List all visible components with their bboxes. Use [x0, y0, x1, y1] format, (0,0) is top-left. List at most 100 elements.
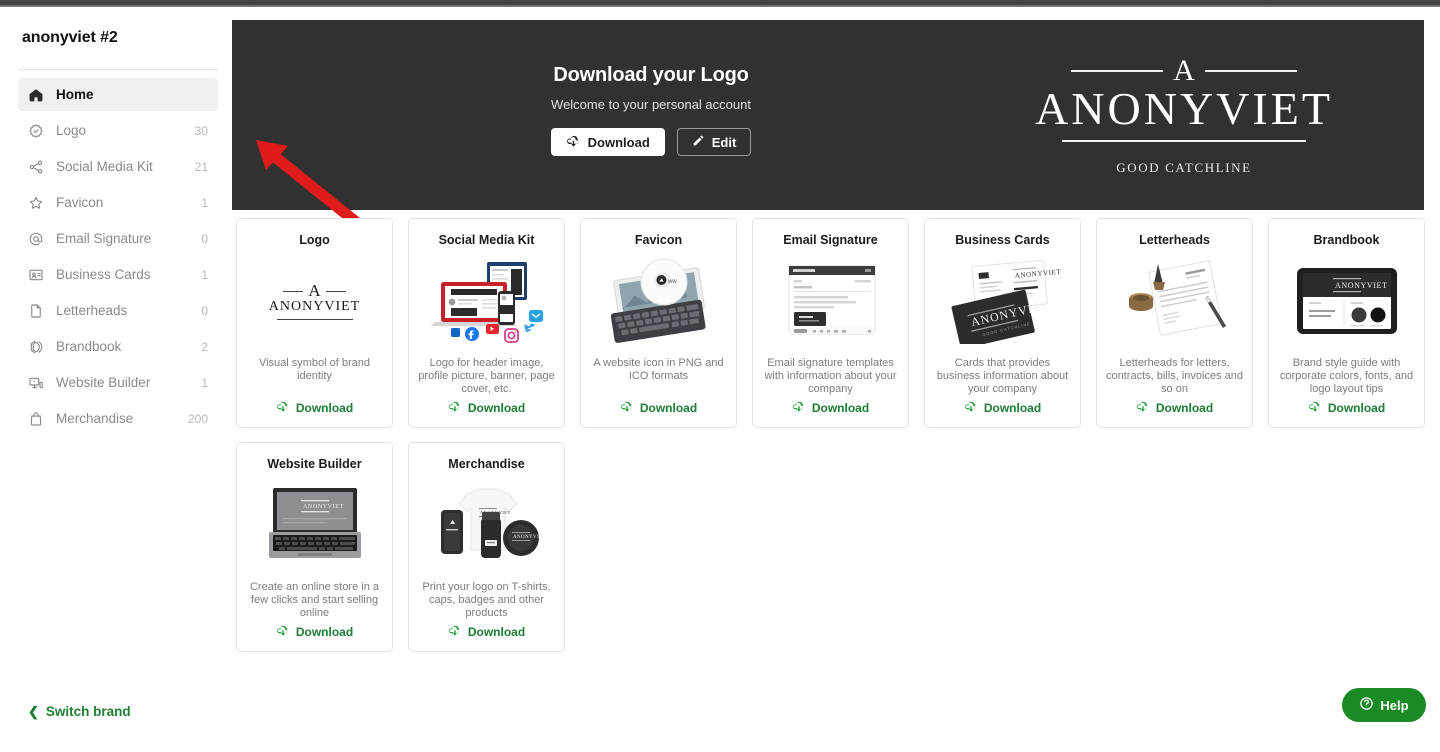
- question-circle-icon: [1359, 696, 1374, 714]
- sidebar-item-count: 0: [201, 303, 208, 318]
- business-cards-illustration: ANONYVIETANONYVIETGOOD CATCHLINE: [951, 259, 1061, 344]
- monitor-icon: [28, 374, 50, 392]
- card-download-label: Download: [467, 401, 526, 415]
- card-thumbnail: ww: [594, 257, 724, 345]
- pencil-icon: [692, 134, 705, 150]
- sidebar-divider: [18, 69, 218, 70]
- card-download-link[interactable]: Download: [448, 625, 525, 639]
- asset-card-business-cards[interactable]: Business Cards ANONYVIET ANONYVIET GOOD CAT…: [924, 218, 1081, 428]
- card-download-link[interactable]: Download: [792, 401, 869, 415]
- svg-text:ANONYVIET: ANONYVIET: [513, 535, 546, 540]
- card-thumbnail: A ANONYVIET: [250, 257, 380, 345]
- card-description: Create an online store in a few clicks a…: [249, 581, 380, 619]
- sidebar-item-count: 30: [194, 123, 208, 138]
- card-description: Logo for header image, profile picture, …: [418, 357, 555, 395]
- hero-brand-logo: A ANONYVIET GOOD CATCHLINE: [994, 56, 1374, 176]
- chevron-left-icon: ❮: [28, 704, 39, 719]
- logo-rule-bottom: [1062, 140, 1306, 142]
- switch-brand-button[interactable]: ❮ Switch brand: [28, 704, 131, 719]
- card-download-label: Download: [639, 401, 698, 415]
- cloud-download-icon: [448, 625, 462, 639]
- asset-card-grid: Logo A ANONYVIET Visual symbol of brand ide…: [236, 218, 1426, 652]
- social-devices-illustration: [430, 262, 543, 343]
- card-download-link[interactable]: Download: [448, 401, 525, 415]
- cloud-download-icon: [566, 135, 581, 150]
- card-download-label: Download: [1155, 401, 1214, 415]
- card-thumbnail: ANONYVIETANONYVIET: [422, 481, 552, 569]
- sidebar-item-letterheads[interactable]: Letterheads 0: [18, 294, 218, 327]
- hero-text-block: Download your Logo Welcome to your perso…: [436, 64, 866, 156]
- logo-rule-left: [1071, 70, 1164, 72]
- shopping-bag-icon: [28, 410, 50, 428]
- sidebar-item-home[interactable]: Home: [18, 78, 218, 111]
- card-description: Print your logo on T-shirts, caps, badge…: [422, 581, 551, 619]
- card-title: Favicon: [634, 233, 683, 247]
- home-icon: [28, 86, 50, 104]
- sidebar-item-count: 200: [187, 411, 208, 426]
- hero-edit-label: Edit: [711, 134, 737, 150]
- sidebar-item-merchandise[interactable]: Merchandise 200: [18, 402, 218, 435]
- at-sign-icon: [28, 230, 50, 248]
- laptop-illustration: ANONYVIET: [268, 488, 361, 558]
- svg-text:ANONYVIET: ANONYVIET: [1335, 281, 1388, 290]
- asset-card-merchandise[interactable]: Merchandise ANONYVIETANONYVIET Print your …: [408, 442, 565, 652]
- merch-illustration: ANONYVIETANONYVIET: [440, 488, 546, 558]
- card-download-link[interactable]: Download: [276, 401, 353, 415]
- logo-catchline: GOOD CATCHLINE: [1116, 160, 1252, 175]
- share-icon: [28, 158, 50, 176]
- sidebar-item-label: Merchandise: [56, 411, 134, 426]
- logo-wordmark: ANONYVIET: [1035, 83, 1333, 134]
- card-download-label: Download: [811, 401, 870, 415]
- card-title: Business Cards: [955, 233, 1050, 247]
- cloud-download-icon: [620, 401, 634, 415]
- card-description: Brand style guide with corporate colors,…: [1279, 357, 1414, 395]
- sidebar-item-brandbook[interactable]: Brandbook 2: [18, 330, 218, 363]
- hero-subtitle: Welcome to your personal account: [551, 97, 751, 112]
- sidebar-item-label: Letterheads: [56, 303, 128, 318]
- svg-text:ww: ww: [667, 279, 677, 285]
- asset-card-letterheads[interactable]: Letterheads Letterheads for letters, cont…: [1096, 218, 1253, 428]
- asset-card-email-signature[interactable]: Email Signature Email signature templates…: [752, 218, 909, 428]
- browser-top-strip: [0, 0, 1440, 7]
- sidebar-item-business-cards[interactable]: Business Cards 1: [18, 258, 218, 291]
- asset-card-logo[interactable]: Logo A ANONYVIET Visual symbol of brand ide…: [236, 218, 393, 428]
- sidebar-item-label: Logo: [56, 123, 87, 138]
- badge-check-icon: [28, 122, 50, 140]
- hero-banner: Download your Logo Welcome to your perso…: [232, 20, 1424, 210]
- card-download-label: Download: [467, 625, 526, 639]
- logo-wordmark-illustration: A ANONYVIET: [269, 282, 360, 320]
- card-download-link[interactable]: Download: [1136, 401, 1213, 415]
- svg-text:ANONYVIET: ANONYVIET: [303, 504, 344, 510]
- asset-card-social-media-kit[interactable]: Social Media Kit Logo for header image, p…: [408, 218, 565, 428]
- card-download-link[interactable]: Download: [620, 401, 697, 415]
- sidebar-item-logo[interactable]: Logo 30: [18, 114, 218, 147]
- hero-edit-button[interactable]: Edit: [676, 128, 752, 156]
- email-window-illustration: [788, 265, 875, 335]
- card-download-link[interactable]: Download: [1308, 401, 1385, 415]
- cloud-download-icon: [276, 625, 290, 639]
- sidebar-item-social-media-kit[interactable]: Social Media Kit 21: [18, 150, 218, 183]
- help-label: Help: [1380, 697, 1409, 713]
- brand-dashboard-page: anonyviet #2 Home Logo 30 Social Media Kit 2…: [0, 0, 1440, 752]
- card-title: Website Builder: [267, 457, 362, 471]
- brand-name: anonyviet #2: [22, 29, 118, 46]
- card-download-link[interactable]: Download: [964, 401, 1041, 415]
- card-description: Visual symbol of brand identity: [258, 357, 371, 382]
- card-download-label: Download: [295, 625, 354, 639]
- card-download-link[interactable]: Download: [276, 625, 353, 639]
- help-button[interactable]: Help: [1342, 688, 1426, 722]
- asset-card-website-builder[interactable]: Website Builder ANONYVIET Create an online…: [236, 442, 393, 652]
- asset-card-brandbook[interactable]: Brandbook ANONYVIET Brand style guide with…: [1268, 218, 1425, 428]
- asset-card-favicon[interactable]: Favicon ww A website icon in PNG and ICO f…: [580, 218, 737, 428]
- hero-download-button[interactable]: Download: [550, 128, 665, 156]
- sidebar-item-website-builder[interactable]: Website Builder 1: [18, 366, 218, 399]
- cloud-download-icon: [1136, 401, 1150, 415]
- sidebar-item-favicon[interactable]: Favicon 1: [18, 186, 218, 219]
- sidebar-item-email-signature[interactable]: Email Signature 0: [18, 222, 218, 255]
- card-title: Letterheads: [1139, 233, 1210, 247]
- brandbook-tablet-illustration: ANONYVIET: [1296, 268, 1397, 334]
- book-pages-icon: [28, 338, 50, 356]
- card-thumbnail: ANONYVIET ANONYVIET GOOD CATCHLINE: [938, 257, 1068, 345]
- sidebar-item-label: Website Builder: [56, 375, 151, 390]
- star-icon: [28, 194, 50, 212]
